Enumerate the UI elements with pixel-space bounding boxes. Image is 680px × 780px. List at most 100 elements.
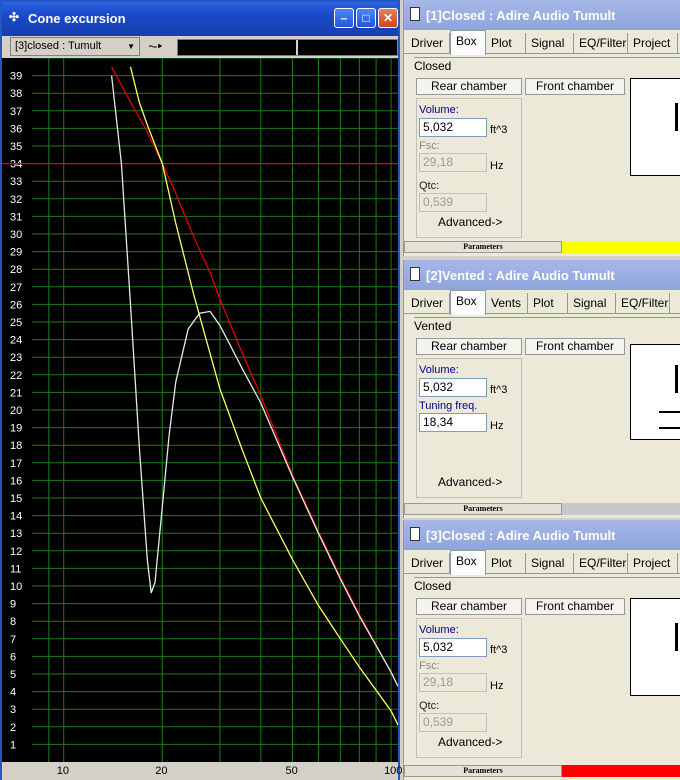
frequency-label: Tuning freq. <box>419 400 478 412</box>
tab-driver[interactable]: Driver <box>406 293 450 314</box>
y-tick-label: 28 <box>10 264 22 276</box>
y-tick-label: 32 <box>10 194 22 206</box>
series-line-1 <box>111 66 399 687</box>
y-tick-label: 34 <box>10 159 22 171</box>
volume-unit: ft^3 <box>490 384 508 396</box>
parameters-label: Parameters <box>404 241 562 253</box>
y-tick-label: 23 <box>10 352 22 364</box>
frequency-unit: Hz <box>490 420 504 432</box>
parameters-bar[interactable]: Parameters <box>404 502 680 516</box>
rear-chamber-button[interactable]: Rear chamber <box>416 598 522 615</box>
panel-tabs: Driver Box Vents Plot Signal EQ/Filter <box>404 290 680 315</box>
advanced-link[interactable]: Advanced-> <box>438 475 502 489</box>
advanced-link[interactable]: Advanced-> <box>438 735 502 749</box>
box-preview <box>630 344 680 440</box>
y-tick-label: 1 <box>10 739 16 751</box>
chevron-down-icon: ▼ <box>127 42 135 51</box>
volume-field[interactable]: 5,032 <box>419 378 487 397</box>
y-tick-label: 11 <box>10 563 21 575</box>
panel-titlebar[interactable]: [3]Closed : Adire Audio Tumult <box>404 520 680 550</box>
volume-field[interactable]: 5,032 <box>419 118 487 137</box>
waveform-icon: ⏦▸ <box>148 39 163 53</box>
parameters-bar[interactable]: Parameters <box>404 764 680 778</box>
waveform-button[interactable]: ⏦▸ <box>148 38 174 56</box>
tab-box[interactable]: Box <box>450 550 486 575</box>
speaker-icon <box>410 267 420 281</box>
y-tick-label: 7 <box>10 634 16 646</box>
tab-signal[interactable]: Signal <box>526 33 574 54</box>
frequency-label: Fsc: <box>419 140 440 152</box>
y-tick-label: 2 <box>10 722 16 734</box>
x-tick-label: 10 <box>56 765 69 777</box>
plot-toolbar: [3]closed : Tumult ▼ ⏦▸ <box>2 36 398 58</box>
tab-eq-filter[interactable]: EQ/Filter <box>616 293 670 314</box>
series-color-bar <box>562 765 680 777</box>
rear-chamber-button[interactable]: Rear chamber <box>416 338 522 355</box>
tab-project[interactable]: Project <box>628 553 678 574</box>
y-tick-label: 3 <box>10 704 16 716</box>
panel-tabs: Driver Box Plot Signal EQ/Filter Project <box>404 30 680 55</box>
frequency-label: Fsc: <box>419 660 440 672</box>
tab-signal[interactable]: Signal <box>526 553 574 574</box>
y-tick-label: 36 <box>10 123 22 135</box>
tab-driver[interactable]: Driver <box>406 553 450 574</box>
series-line-2 <box>129 66 399 726</box>
window-titlebar[interactable]: ✣ Cone excursion – □ ✕ <box>2 2 398 36</box>
plot-area[interactable]: 1 2 3 4 5 6 7 8 9 10 11 12 13 14 15 16 17 18 19 20 21 22 23 24 2… <box>2 57 399 762</box>
parameters-bar[interactable]: Parameters <box>404 240 680 254</box>
qtc-field: 0,539 <box>419 713 487 732</box>
advanced-link[interactable]: Advanced-> <box>438 215 502 229</box>
y-tick-label: 25 <box>10 317 22 329</box>
box-type-label: Vented <box>414 317 680 334</box>
tab-plot[interactable]: Plot <box>486 553 526 574</box>
tab-plot[interactable]: Plot <box>486 33 526 54</box>
tab-eq-filter[interactable]: EQ/Filter <box>574 553 628 574</box>
front-chamber-button[interactable]: Front chamber <box>525 598 625 615</box>
window-title: Cone excursion <box>28 11 126 26</box>
tab-box[interactable]: Box <box>450 290 486 315</box>
panel-title: [3]Closed : Adire Audio Tumult <box>426 528 616 543</box>
x-axis: 10 20 50 100 <box>2 762 402 780</box>
cone-excursion-window: ✣ Cone excursion – □ ✕ [3]closed : Tumul… <box>0 0 402 780</box>
tab-driver[interactable]: Driver <box>406 33 450 54</box>
box-panel-2: [2]Vented : Adire Audio Tumult Driver Box… <box>403 260 680 518</box>
crosshair-icon: ✣ <box>9 10 20 24</box>
x-tick-label: 20 <box>155 765 168 777</box>
x-tick-label: 100 <box>384 765 403 777</box>
close-button[interactable]: ✕ <box>378 8 398 28</box>
y-tick-label: 15 <box>10 493 22 505</box>
panel-titlebar[interactable]: [1]Closed : Adire Audio Tumult <box>404 0 680 30</box>
volume-field[interactable]: 5,032 <box>419 638 487 657</box>
tab-project[interactable]: Project <box>628 33 678 54</box>
maximize-button[interactable]: □ <box>356 8 376 28</box>
tab-signal[interactable]: Signal <box>568 293 616 314</box>
tab-box[interactable]: Box <box>450 30 486 55</box>
tab-plot[interactable]: Plot <box>528 293 568 314</box>
y-tick-label: 8 <box>10 616 16 628</box>
y-tick-label: 10 <box>10 581 22 593</box>
box-preview <box>630 598 680 696</box>
y-tick-label: 4 <box>10 687 16 699</box>
volume-label: Volume: <box>419 624 459 636</box>
box-preview <box>630 78 680 176</box>
series-color-bar <box>562 241 680 253</box>
volume-label: Volume: <box>419 104 459 116</box>
y-tick-label: 37 <box>10 106 22 118</box>
minimize-button[interactable]: – <box>334 8 354 28</box>
y-tick-label: 14 <box>10 511 22 523</box>
panel-title: [2]Vented : Adire Audio Tumult <box>426 268 615 283</box>
front-chamber-button[interactable]: Front chamber <box>525 338 625 355</box>
frequency-field[interactable]: 18,34 <box>419 413 487 432</box>
frequency-unit: Hz <box>490 680 504 692</box>
y-tick-label: 5 <box>10 669 16 681</box>
project-select[interactable]: [3]closed : Tumult ▼ <box>10 37 140 56</box>
rear-chamber-button[interactable]: Rear chamber <box>416 78 522 95</box>
tab-vents[interactable]: Vents <box>486 293 528 314</box>
y-tick-label: 33 <box>10 176 22 188</box>
panel-titlebar[interactable]: [2]Vented : Adire Audio Tumult <box>404 260 680 290</box>
y-tick-label: 26 <box>10 299 22 311</box>
volume-label: Volume: <box>419 364 459 376</box>
front-chamber-button[interactable]: Front chamber <box>525 78 625 95</box>
y-tick-label: 6 <box>10 651 16 663</box>
tab-eq-filter[interactable]: EQ/Filter <box>574 33 628 54</box>
